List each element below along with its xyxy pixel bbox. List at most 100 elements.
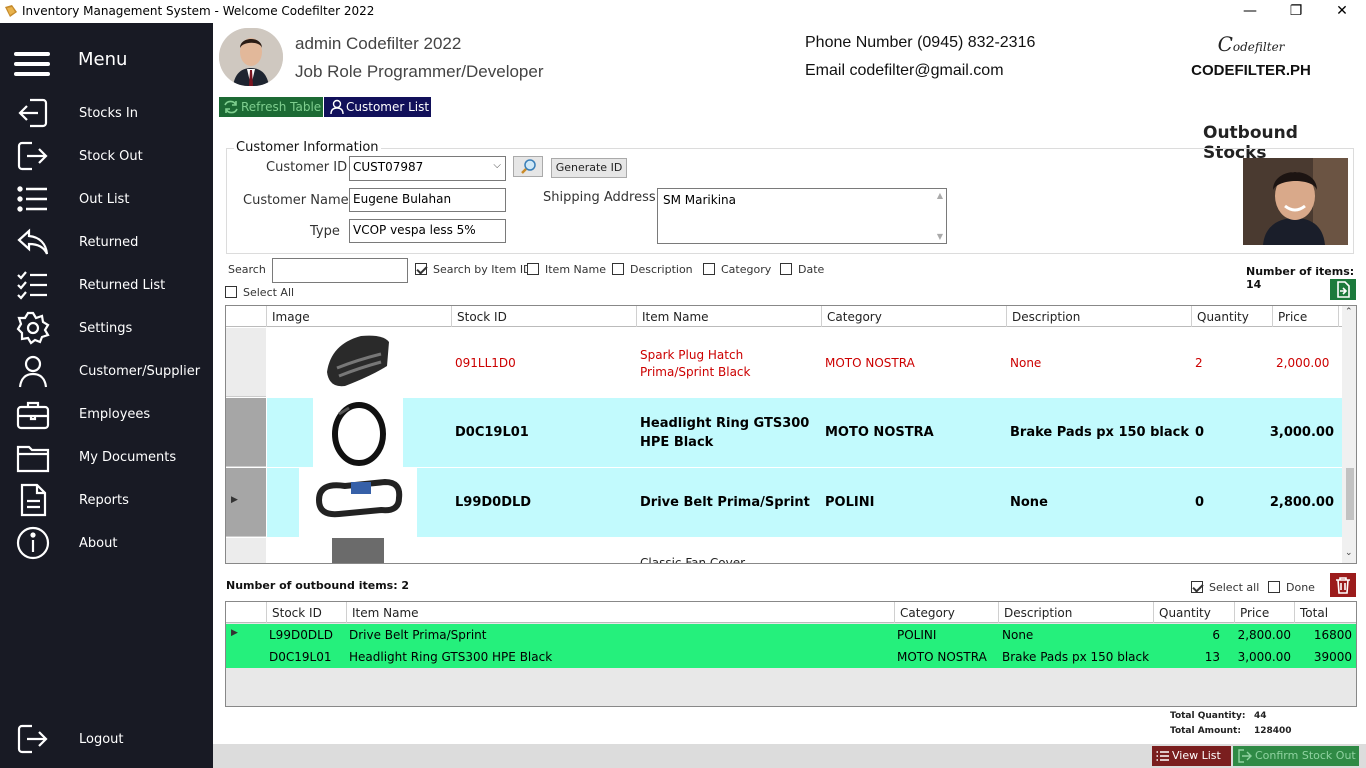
close-button[interactable]: ✕ [1319,0,1365,23]
item-image [327,335,389,387]
search-customer-button[interactable] [513,156,543,177]
brand: Codefilter CODEFILTER.PH [1190,32,1312,79]
export-button[interactable] [1330,279,1356,300]
col-item-name[interactable]: Item Name [642,310,709,324]
customer-list-button[interactable]: Customer List [324,97,431,117]
table-row[interactable]: D0C19L01 Headlight Ring GTS300 HPE Black… [226,646,1356,668]
col-image[interactable]: Image [272,310,310,324]
sidebar-item-returned-list[interactable]: Returned List [0,264,213,307]
table-row[interactable]: Classic Fan Cover [267,538,1342,563]
shipping-address-textarea[interactable]: SM Marikina ▲ ▼ [657,188,947,244]
stock-id-cell: L99D0DLD [455,495,532,510]
sidebar-item-label: Settings [79,321,133,336]
done-label: Done [1286,581,1315,594]
stock-id-cell: D0C19L01 [269,650,332,664]
col-total[interactable]: Total [1300,606,1328,620]
title-bar: Inventory Management System - Welcome Co… [0,0,1366,23]
stock-grid[interactable]: Image Stock ID Item Name Category Descri… [225,305,1357,564]
table-row-selected[interactable]: D0C19L01 Headlight Ring GTS300 HPE Black… [267,398,1342,467]
sidebar-item-customer-supplier[interactable]: Customer/Supplier [0,350,213,393]
outbound-count: Number of outbound items: 2 [226,579,410,592]
select-all-checkbox[interactable] [225,286,237,298]
customer-id-value: CUST07987 [353,160,424,174]
description-checkbox[interactable] [612,263,624,275]
type-input[interactable]: VCOP vespa less 5% [349,219,506,243]
table-row[interactable]: ▶ L99D0DLD Drive Belt Prima/Sprint POLIN… [226,624,1356,646]
done-checkbox[interactable] [1268,581,1280,593]
row-header[interactable] [226,328,266,397]
price-cell: 2,000.00 [1276,356,1330,370]
customer-name-input[interactable]: Eugene Bulahan [349,188,506,212]
generate-id-button[interactable]: Generate ID [551,158,627,178]
sidebar-item-my-documents[interactable]: My Documents [0,436,213,479]
sidebar-item-returned[interactable]: Returned [0,221,213,264]
total-quantity-label: Total Quantity: [1170,711,1246,721]
sidebar-item-reports[interactable]: Reports [0,479,213,522]
row-header[interactable] [226,398,266,467]
scroll-up-icon[interactable]: ▲ [937,191,943,200]
item-image [332,402,386,466]
sidebar: Menu Stocks In Stock Out Out List Return… [0,23,213,768]
date-checkbox[interactable] [780,263,792,275]
scroll-up-icon[interactable]: ⌃ [1345,307,1353,317]
col-stock-id[interactable]: Stock ID [457,310,507,324]
quantity-cell: 6 [1212,628,1220,642]
total-quantity-value: 44 [1254,711,1267,721]
phone-number: Phone Number (0945) 832-2316 [805,34,1036,51]
item-image [315,478,403,518]
col-price[interactable]: Price [1278,310,1307,324]
search-input[interactable] [272,258,408,283]
col-item-name[interactable]: Item Name [352,606,419,620]
scroll-down-icon[interactable]: ▼ [937,232,943,241]
col-category[interactable]: Category [900,606,955,620]
logout-button[interactable]: Logout [0,718,213,761]
scroll-thumb[interactable] [1346,468,1354,520]
shipping-address-value: SM Marikina [663,193,737,207]
sidebar-item-about[interactable]: About [0,522,213,565]
col-quantity[interactable]: Quantity [1159,606,1211,620]
sidebar-item-settings[interactable]: Settings [0,307,213,350]
sidebar-item-stock-out[interactable]: Stock Out [0,135,213,178]
select-all-outbound-label: Select all [1209,581,1260,594]
logout-label: Logout [79,732,124,747]
col-quantity[interactable]: Quantity [1197,310,1249,324]
vertical-scrollbar[interactable]: ⌃ ⌄ [1342,306,1356,563]
minimize-button[interactable]: — [1227,0,1273,23]
col-price[interactable]: Price [1240,606,1269,620]
chevron-down-icon: ⌵ [493,160,501,171]
price-cell: 2,800.00 [1269,495,1334,510]
outbound-grid[interactable]: Stock ID Item Name Category Description … [225,601,1357,707]
row-header-current[interactable]: ▶ [226,468,266,537]
table-row-selected[interactable]: L99D0DLD Drive Belt Prima/Sprint POLINI … [267,468,1342,537]
table-row[interactable]: 091LL1D0 Spark Plug Hatch Prima/Sprint B… [267,328,1342,397]
confirm-stock-out-button[interactable]: Confirm Stock Out [1233,746,1359,766]
search-by-item-id-checkbox[interactable] [415,263,427,275]
scroll-down-icon[interactable]: ⌄ [1345,548,1353,558]
delete-button[interactable] [1330,573,1356,597]
col-description[interactable]: Description [1012,310,1080,324]
info-icon [16,526,50,560]
hamburger-menu-icon[interactable] [14,52,50,80]
customer-id-select[interactable]: CUST07987 ⌵ [349,156,506,181]
sidebar-item-stocks-in[interactable]: Stocks In [0,92,213,135]
sidebar-item-label: Stocks In [79,106,138,121]
checklist-icon [17,271,47,300]
col-stock-id[interactable]: Stock ID [272,606,322,620]
row-header[interactable] [226,538,266,563]
app-icon [5,5,17,17]
quantity-cell: 2 [1195,356,1203,370]
sidebar-item-employees[interactable]: Employees [0,393,213,436]
logout-icon [17,724,48,754]
col-description[interactable]: Description [1004,606,1072,620]
select-all-outbound-checkbox[interactable] [1191,581,1203,593]
refresh-table-button[interactable]: Refresh Table [219,97,323,117]
app-window: Inventory Management System - Welcome Co… [0,0,1366,768]
search-by-item-id-label: Search by Item ID [433,263,532,276]
col-category[interactable]: Category [827,310,882,324]
category-checkbox[interactable] [703,263,715,275]
item-name-checkbox[interactable] [527,263,539,275]
sidebar-item-out-list[interactable]: Out List [0,178,213,221]
restore-button[interactable]: ❐ [1273,0,1319,23]
price-cell: 3,000.00 [1237,650,1291,664]
view-list-button[interactable]: View List [1152,746,1231,766]
